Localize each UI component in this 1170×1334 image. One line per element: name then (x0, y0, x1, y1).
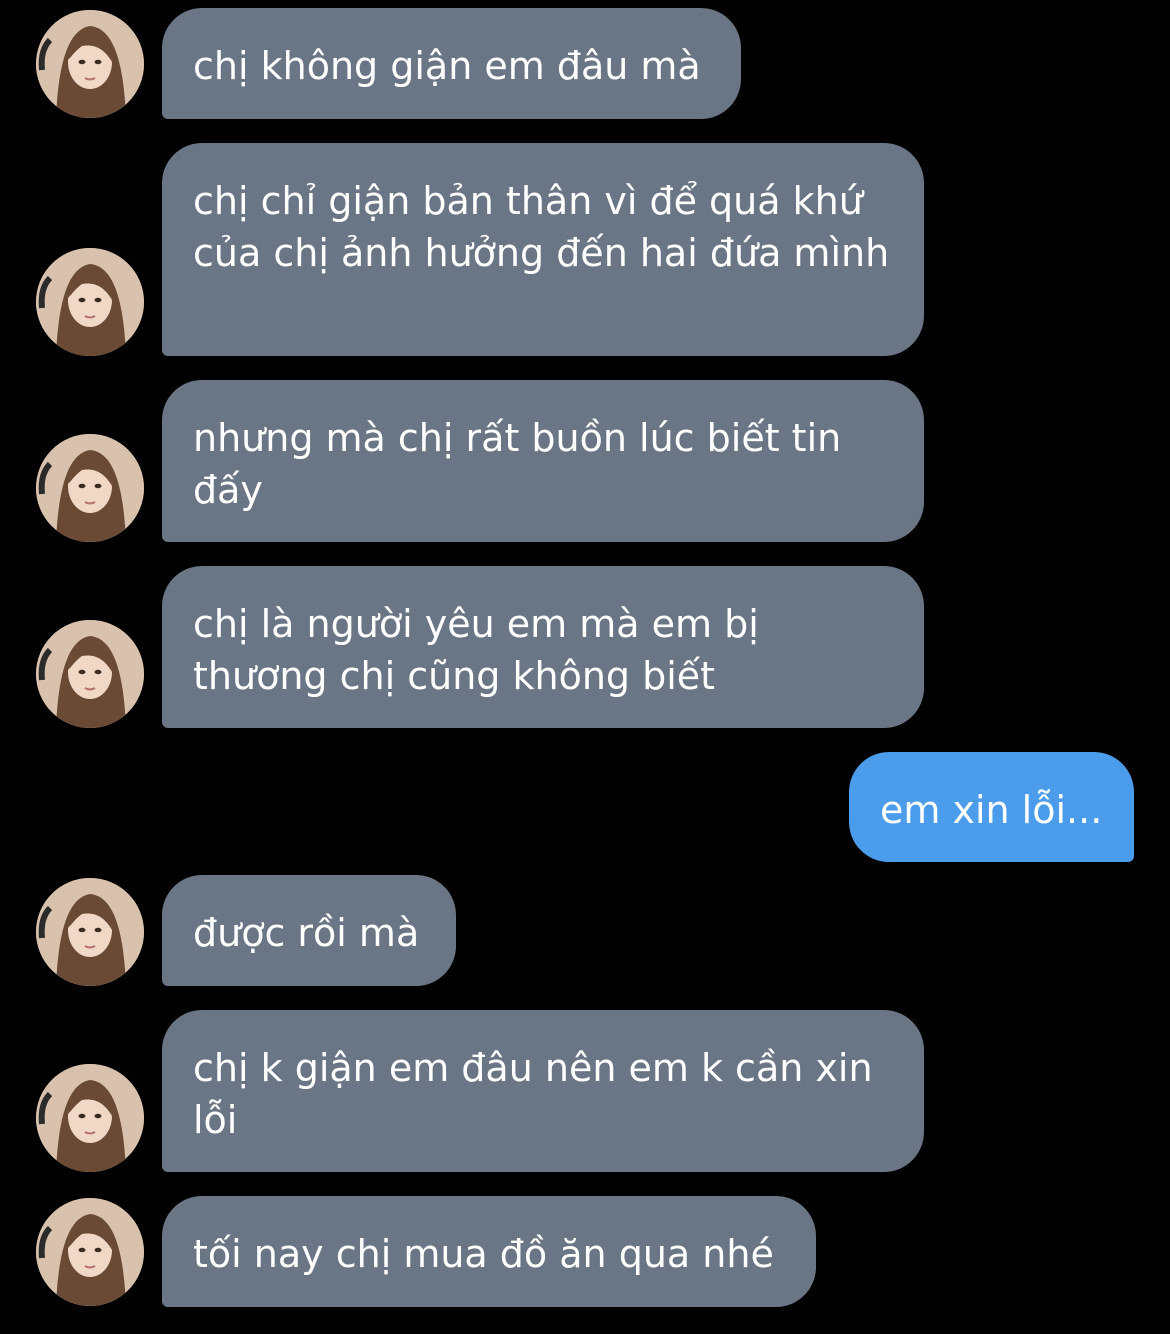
message-bubble-incoming[interactable]: tối nay chị mua đồ ăn qua nhé (162, 1196, 816, 1307)
contact-avatar[interactable] (36, 10, 144, 118)
message-bubble-incoming[interactable]: chị chỉ giận bản thân vì để quá khứ của … (162, 143, 924, 356)
message-bubble-outgoing[interactable]: em xin lỗi... (849, 752, 1134, 862)
message-thread: chị không giận em đâu mà chị chỉ giận bả… (0, 0, 1170, 1334)
contact-avatar[interactable] (36, 1198, 144, 1306)
message-bubble-incoming[interactable]: chị là người yêu em mà em bị thương chị … (162, 566, 924, 728)
avatar-photo-icon (36, 248, 144, 356)
contact-avatar[interactable] (36, 620, 144, 728)
contact-avatar[interactable] (36, 1064, 144, 1172)
avatar-photo-icon (36, 10, 144, 118)
contact-avatar[interactable] (36, 434, 144, 542)
avatar-photo-icon (36, 1198, 144, 1306)
avatar-photo-icon (36, 1064, 144, 1172)
message-bubble-incoming[interactable]: chị không giận em đâu mà (162, 8, 741, 119)
message-bubble-incoming[interactable]: nhưng mà chị rất buồn lúc biết tin đấy (162, 380, 924, 542)
avatar-photo-icon (36, 878, 144, 986)
avatar-photo-icon (36, 620, 144, 728)
message-bubble-incoming[interactable]: được rồi mà (162, 875, 456, 986)
avatar-photo-icon (36, 434, 144, 542)
contact-avatar[interactable] (36, 878, 144, 986)
contact-avatar[interactable] (36, 248, 144, 356)
message-bubble-incoming[interactable]: chị k giận em đâu nên em k cần xin lỗi (162, 1010, 924, 1172)
